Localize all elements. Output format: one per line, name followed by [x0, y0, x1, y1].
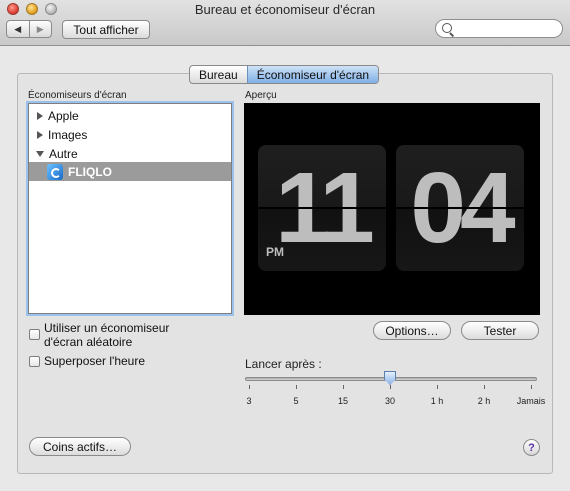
disclosure-triangle-icon[interactable] [37, 130, 43, 139]
list-item-label: Apple [48, 108, 79, 123]
fliqlo-icon [47, 163, 63, 180]
ampm-indicator: PM [266, 245, 284, 259]
screensavers-section-label: Économiseurs d'écran [28, 90, 127, 101]
options-button[interactable]: Options… [373, 321, 451, 340]
slider-tick-label: Jamais [516, 396, 546, 406]
slider-tick [531, 385, 532, 389]
screensaver-list[interactable]: Apple Images Autre FLIQLO [28, 103, 232, 314]
list-item-label: FLIQLO [68, 164, 112, 179]
slider-tick-label: 15 [337, 396, 349, 406]
tab-screensaver[interactable]: Économiseur d'écran [246, 66, 379, 83]
tab-desktop[interactable]: Bureau [190, 66, 247, 83]
hour-flap: 11 PM [258, 145, 386, 271]
back-icon[interactable]: ◀ [7, 21, 29, 37]
start-after-label: Lancer après : [245, 357, 322, 371]
show-clock-label: Superposer l'heure [44, 354, 146, 368]
list-item-label: Images [48, 127, 88, 142]
minute-flap: 04 [396, 145, 524, 271]
tab-bar: Bureau Économiseur d'écran [189, 65, 380, 84]
random-screensaver-checkbox[interactable] [29, 329, 40, 340]
nav-segmented-control: ◀ ▶ [6, 20, 52, 38]
slider-tick [296, 385, 297, 389]
slider-tick-label: 5 [293, 396, 299, 406]
help-icon[interactable]: ? [523, 439, 540, 456]
disclosure-triangle-icon[interactable] [37, 111, 43, 120]
list-item-images[interactable]: Images [29, 125, 231, 144]
title-bar: Bureau et économiseur d'écran ◀ ▶ Tout a… [0, 0, 570, 46]
forward-icon[interactable]: ▶ [28, 21, 52, 37]
test-button[interactable]: Tester [461, 321, 539, 340]
list-item-fliqlo[interactable]: FLIQLO [29, 162, 231, 181]
list-item-apple[interactable]: Apple [29, 106, 231, 125]
slider-tick [343, 385, 344, 389]
slider-tick [484, 385, 485, 389]
slider-tick [249, 385, 250, 389]
disclosure-triangle-icon[interactable] [36, 150, 44, 157]
show-clock-checkbox[interactable] [29, 356, 40, 367]
random-screensaver-label: Utiliser un économiseur d'écran aléatoir… [44, 321, 170, 349]
slider-tick-label: 3 [246, 396, 252, 406]
preview-section-label: Aperçu [245, 90, 277, 101]
show-all-button[interactable]: Tout afficher [62, 20, 150, 39]
slider-tick-label: 30 [384, 396, 396, 406]
slider-tick-label: 1 h [430, 396, 444, 406]
list-item-label: Autre [49, 146, 78, 161]
list-item-other[interactable]: Autre [29, 144, 231, 163]
slider-tick-label: 2 h [477, 396, 491, 406]
window-title: Bureau et économiseur d'écran [194, 2, 376, 17]
slider-tick [437, 385, 438, 389]
hot-corners-button[interactable]: Coins actifs… [29, 437, 131, 456]
minute-digits: 04 [410, 151, 515, 264]
search-icon [442, 23, 452, 33]
search-field[interactable] [435, 19, 563, 38]
slider-tick [390, 385, 391, 389]
screensaver-preview: 11 PM 04 [244, 103, 540, 315]
